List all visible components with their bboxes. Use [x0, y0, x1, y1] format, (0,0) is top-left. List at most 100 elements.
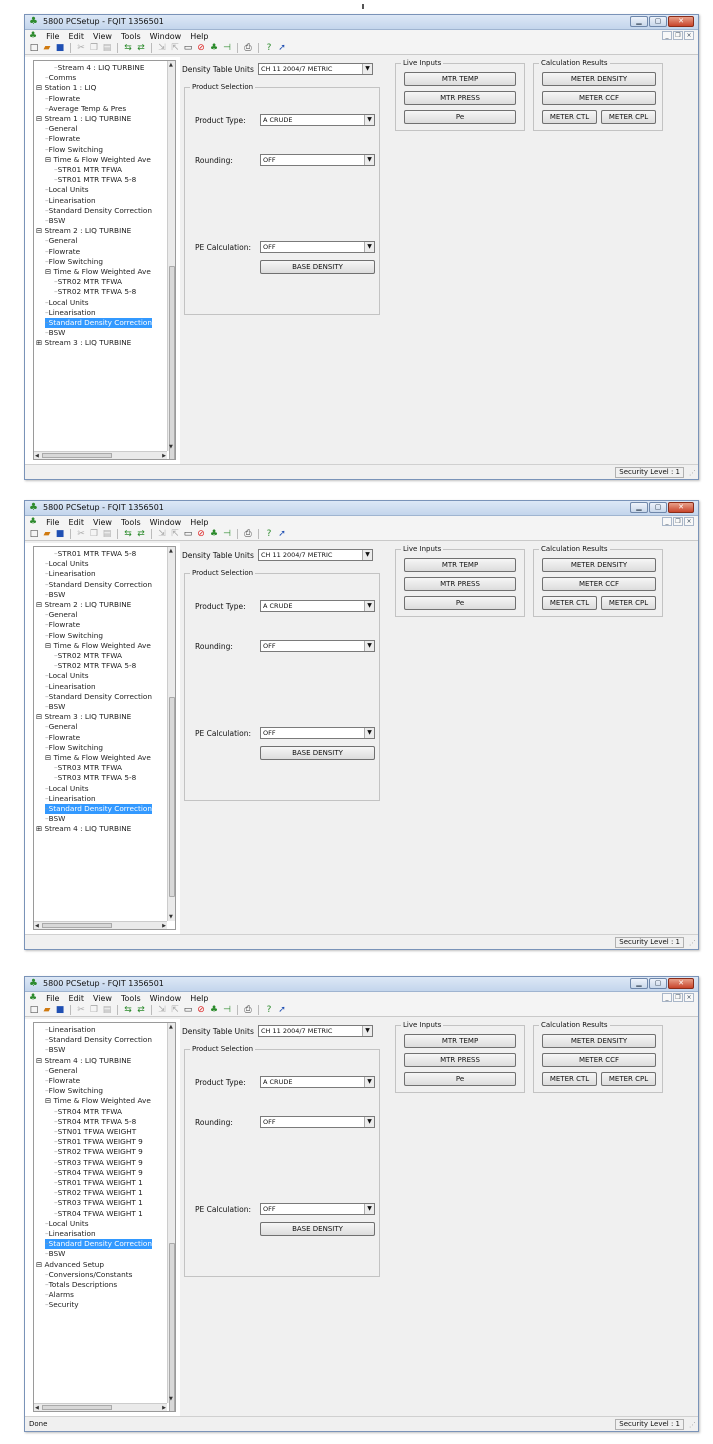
pe-calculation-select[interactable]: OFF ▼ — [260, 1203, 375, 1215]
tree-item[interactable]: –Flowrate — [45, 1076, 80, 1086]
write-icon[interactable]: ⇱ — [170, 1005, 180, 1015]
collapse-icon[interactable]: ⊟ — [36, 114, 42, 123]
tree-horizontal-scroll-thumb[interactable] — [42, 1405, 112, 1410]
collapse-icon[interactable]: ⊟ — [36, 1260, 42, 1269]
tree-item[interactable]: –Stream 4 : LIQ TURBINE — [54, 63, 145, 73]
tree-item[interactable]: ⊟ Time & Flow Weighted Ave — [45, 641, 151, 651]
menu-file[interactable]: File — [46, 32, 59, 41]
tree-item[interactable]: –Linearisation — [45, 1229, 96, 1239]
flag-icon[interactable]: ⊣ — [222, 529, 232, 539]
resize-grip-icon[interactable]: ⋰ — [689, 469, 696, 477]
chevron-down-icon[interactable]: ▼ — [362, 1026, 372, 1036]
scroll-up-arrow-icon[interactable]: ▲ — [169, 1024, 173, 1030]
tree-item[interactable]: –Flow Switching — [45, 1086, 103, 1096]
tree-item[interactable]: –Local Units — [45, 559, 89, 569]
new-icon[interactable]: □ — [29, 1005, 39, 1015]
stop-icon[interactable]: ▭ — [183, 529, 193, 539]
tree-item[interactable]: ⊟ Stream 3 : LIQ TURBINE — [36, 712, 131, 722]
pointer-icon[interactable]: ➚ — [277, 43, 287, 53]
menu-edit[interactable]: Edit — [68, 518, 84, 527]
mdi-close-button[interactable]: × — [684, 31, 694, 40]
tree-item[interactable]: –Linearisation — [45, 794, 96, 804]
rounding-select[interactable]: OFF ▼ — [260, 640, 375, 652]
tree-item[interactable]: –STR04 TFWA WEIGHT 1 — [54, 1209, 143, 1219]
tree-item[interactable]: –Standard Density Correction — [45, 692, 152, 702]
product-type-select[interactable]: A CRUDE ▼ — [260, 600, 375, 612]
tree-item[interactable]: ⊟ Time & Flow Weighted Ave — [45, 753, 151, 763]
scroll-left-arrow-icon[interactable]: ◀ — [35, 453, 39, 459]
menu-window[interactable]: Window — [150, 518, 182, 527]
tree-item[interactable]: –Security — [45, 1300, 79, 1310]
tree-item[interactable]: –STR01 TFWA WEIGHT 1 — [54, 1178, 143, 1188]
base-density-button[interactable]: BASE DENSITY — [260, 1222, 375, 1236]
tree-item[interactable]: –STR04 MTR TFWA — [54, 1107, 122, 1117]
no-icon[interactable]: ⊘ — [196, 1005, 206, 1015]
tree-item[interactable]: –Comms — [45, 73, 76, 83]
tree-horizontal-scrollbar[interactable]: ◀ ▶ — [34, 921, 167, 929]
help-icon[interactable]: ? — [264, 529, 274, 539]
tree-item[interactable]: –STR01 MTR TFWA 5-8 — [54, 175, 136, 185]
print-icon[interactable]: ⎙ — [243, 529, 253, 539]
write-icon[interactable]: ⇱ — [170, 43, 180, 53]
tree-item[interactable]: –Linearisation — [45, 682, 96, 692]
menu-view[interactable]: View — [93, 32, 112, 41]
scroll-up-arrow-icon[interactable]: ▲ — [169, 62, 173, 68]
chevron-down-icon[interactable]: ▼ — [364, 155, 374, 165]
cut-icon[interactable]: ✂ — [76, 529, 86, 539]
pin-icon[interactable]: ♣ — [209, 43, 219, 53]
tree-item[interactable]: –BSW — [45, 328, 65, 338]
mdi-restore-button[interactable]: ❐ — [673, 517, 683, 526]
mtr-temp-button[interactable]: MTR TEMP — [404, 558, 516, 572]
tree-item[interactable]: –STR01 TFWA WEIGHT 9 — [54, 1137, 143, 1147]
help-icon[interactable]: ? — [264, 43, 274, 53]
chevron-down-icon[interactable]: ▼ — [364, 242, 374, 252]
chevron-down-icon[interactable]: ▼ — [364, 728, 374, 738]
config-tree[interactable]: –Linearisation –Standard Density Correcti… — [33, 1022, 176, 1412]
connect-icon[interactable]: ⇆ — [123, 1005, 133, 1015]
tree-item[interactable]: –STR02 MTR TFWA — [54, 277, 122, 287]
tree-vertical-scroll-thumb[interactable] — [169, 1243, 175, 1411]
collapse-icon[interactable]: ⊟ — [45, 1096, 51, 1105]
meter-ccf-button[interactable]: METER CCF — [542, 91, 656, 105]
copy-icon[interactable]: ❐ — [89, 1005, 99, 1015]
mtr-press-button[interactable]: MTR PRESS — [404, 91, 516, 105]
tree-item[interactable]: –Linearisation — [45, 569, 96, 579]
tree-item[interactable]: –General — [45, 722, 77, 732]
tree-item[interactable]: ⊟ Stream 2 : LIQ TURBINE — [36, 600, 131, 610]
scroll-down-arrow-icon[interactable]: ▼ — [169, 444, 173, 450]
tree-item[interactable]: –Standard Density Correction — [45, 206, 152, 216]
disconnect-icon[interactable]: ⇄ — [136, 529, 146, 539]
tree-item[interactable]: –STR02 MTR TFWA 5-8 — [54, 287, 136, 297]
title-bar[interactable]: ♣ 5800 PCSetup - FQIT 1356501 ▁ ▢ ✕ — [25, 501, 698, 516]
chevron-down-icon[interactable]: ▼ — [364, 1077, 374, 1087]
menu-file[interactable]: File — [46, 518, 59, 527]
minimize-button[interactable]: ▁ — [630, 978, 648, 989]
collapse-icon[interactable]: ⊟ — [36, 600, 42, 609]
tree-item[interactable]: –STN01 TFWA WEIGHT — [54, 1127, 136, 1137]
tree-item[interactable]: –Flow Switching — [45, 257, 103, 267]
tree-item[interactable]: –STR01 MTR TFWA — [54, 165, 122, 175]
tree-item[interactable]: –Standard Density Correction — [45, 804, 152, 814]
tree-item[interactable]: –STR02 TFWA WEIGHT 9 — [54, 1147, 143, 1157]
tree-item[interactable]: –STR02 MTR TFWA 5-8 — [54, 661, 136, 671]
connect-icon[interactable]: ⇆ — [123, 43, 133, 53]
tree-vertical-scrollbar[interactable]: ▲ ▼ — [167, 61, 175, 459]
tree-item[interactable]: –Standard Density Correction — [45, 318, 152, 328]
tree-item[interactable]: –STR03 TFWA WEIGHT 9 — [54, 1158, 143, 1168]
pe-button[interactable]: Pe — [404, 596, 516, 610]
tree-item[interactable]: –General — [45, 1066, 77, 1076]
collapse-icon[interactable]: ⊟ — [36, 83, 42, 92]
stop-icon[interactable]: ▭ — [183, 1005, 193, 1015]
collapse-icon[interactable]: ⊟ — [36, 1056, 42, 1065]
tree-item[interactable]: –Local Units — [45, 784, 89, 794]
menu-tools[interactable]: Tools — [121, 518, 141, 527]
tree-item[interactable]: ⊟ Time & Flow Weighted Ave — [45, 155, 151, 165]
read-icon[interactable]: ⇲ — [157, 43, 167, 53]
document-icon[interactable]: ♣ — [29, 31, 37, 41]
mdi-close-button[interactable]: × — [684, 993, 694, 1002]
maximize-button[interactable]: ▢ — [649, 978, 667, 989]
expand-icon[interactable]: ⊞ — [36, 338, 42, 347]
menu-tools[interactable]: Tools — [121, 32, 141, 41]
pe-calculation-select[interactable]: OFF ▼ — [260, 727, 375, 739]
meter-density-button[interactable]: METER DENSITY — [542, 72, 656, 86]
